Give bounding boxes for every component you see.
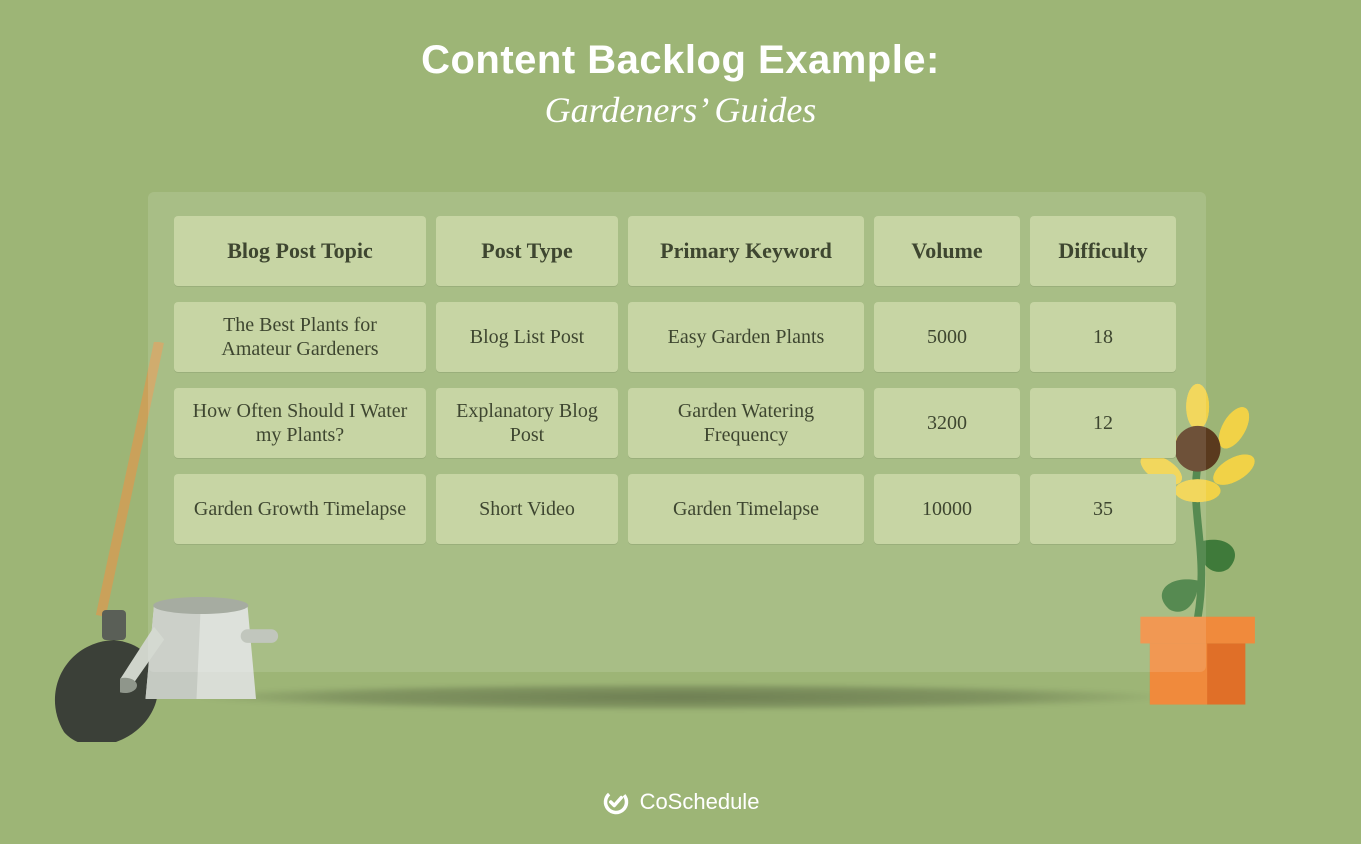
brand-footer: CoSchedule: [0, 788, 1361, 816]
col-header-topic: Blog Post Topic: [174, 216, 426, 286]
table-cell-volume: 10000: [874, 474, 1020, 544]
col-header-volume: Volume: [874, 216, 1020, 286]
coschedule-logo-icon: [602, 788, 630, 816]
title-block: Content Backlog Example: Gardeners’ Guid…: [0, 0, 1361, 131]
content-backlog-table: Blog Post Topic Post Type Primary Keywor…: [174, 216, 1180, 544]
table-cell-volume: 3200: [874, 388, 1020, 458]
table-cell-post-type: Explanatory Blog Post: [436, 388, 618, 458]
table-cell-keyword: Easy Garden Plants: [628, 302, 864, 372]
table-cell-topic: How Often Should I Water my Plants?: [174, 388, 426, 458]
page-title: Content Backlog Example:: [0, 38, 1361, 83]
table-cell-volume: 5000: [874, 302, 1020, 372]
table-cell-difficulty: 18: [1030, 302, 1176, 372]
table-cell-keyword: Garden Timelapse: [628, 474, 864, 544]
table-cell-topic: The Best Plants for Amateur Gardeners: [174, 302, 426, 372]
table-cell-topic: Garden Growth Timelapse: [174, 474, 426, 544]
page-subtitle: Gardeners’ Guides: [0, 89, 1361, 131]
col-header-post-type: Post Type: [436, 216, 618, 286]
brand-name: CoSchedule: [640, 789, 760, 815]
table-panel: Blog Post Topic Post Type Primary Keywor…: [148, 192, 1206, 672]
table-cell-difficulty: 35: [1030, 474, 1176, 544]
col-header-keyword: Primary Keyword: [628, 216, 864, 286]
table-cell-difficulty: 12: [1030, 388, 1176, 458]
table-cell-post-type: Blog List Post: [436, 302, 618, 372]
table-cell-post-type: Short Video: [436, 474, 618, 544]
col-header-difficulty: Difficulty: [1030, 216, 1176, 286]
table-cell-keyword: Garden Watering Frequency: [628, 388, 864, 458]
